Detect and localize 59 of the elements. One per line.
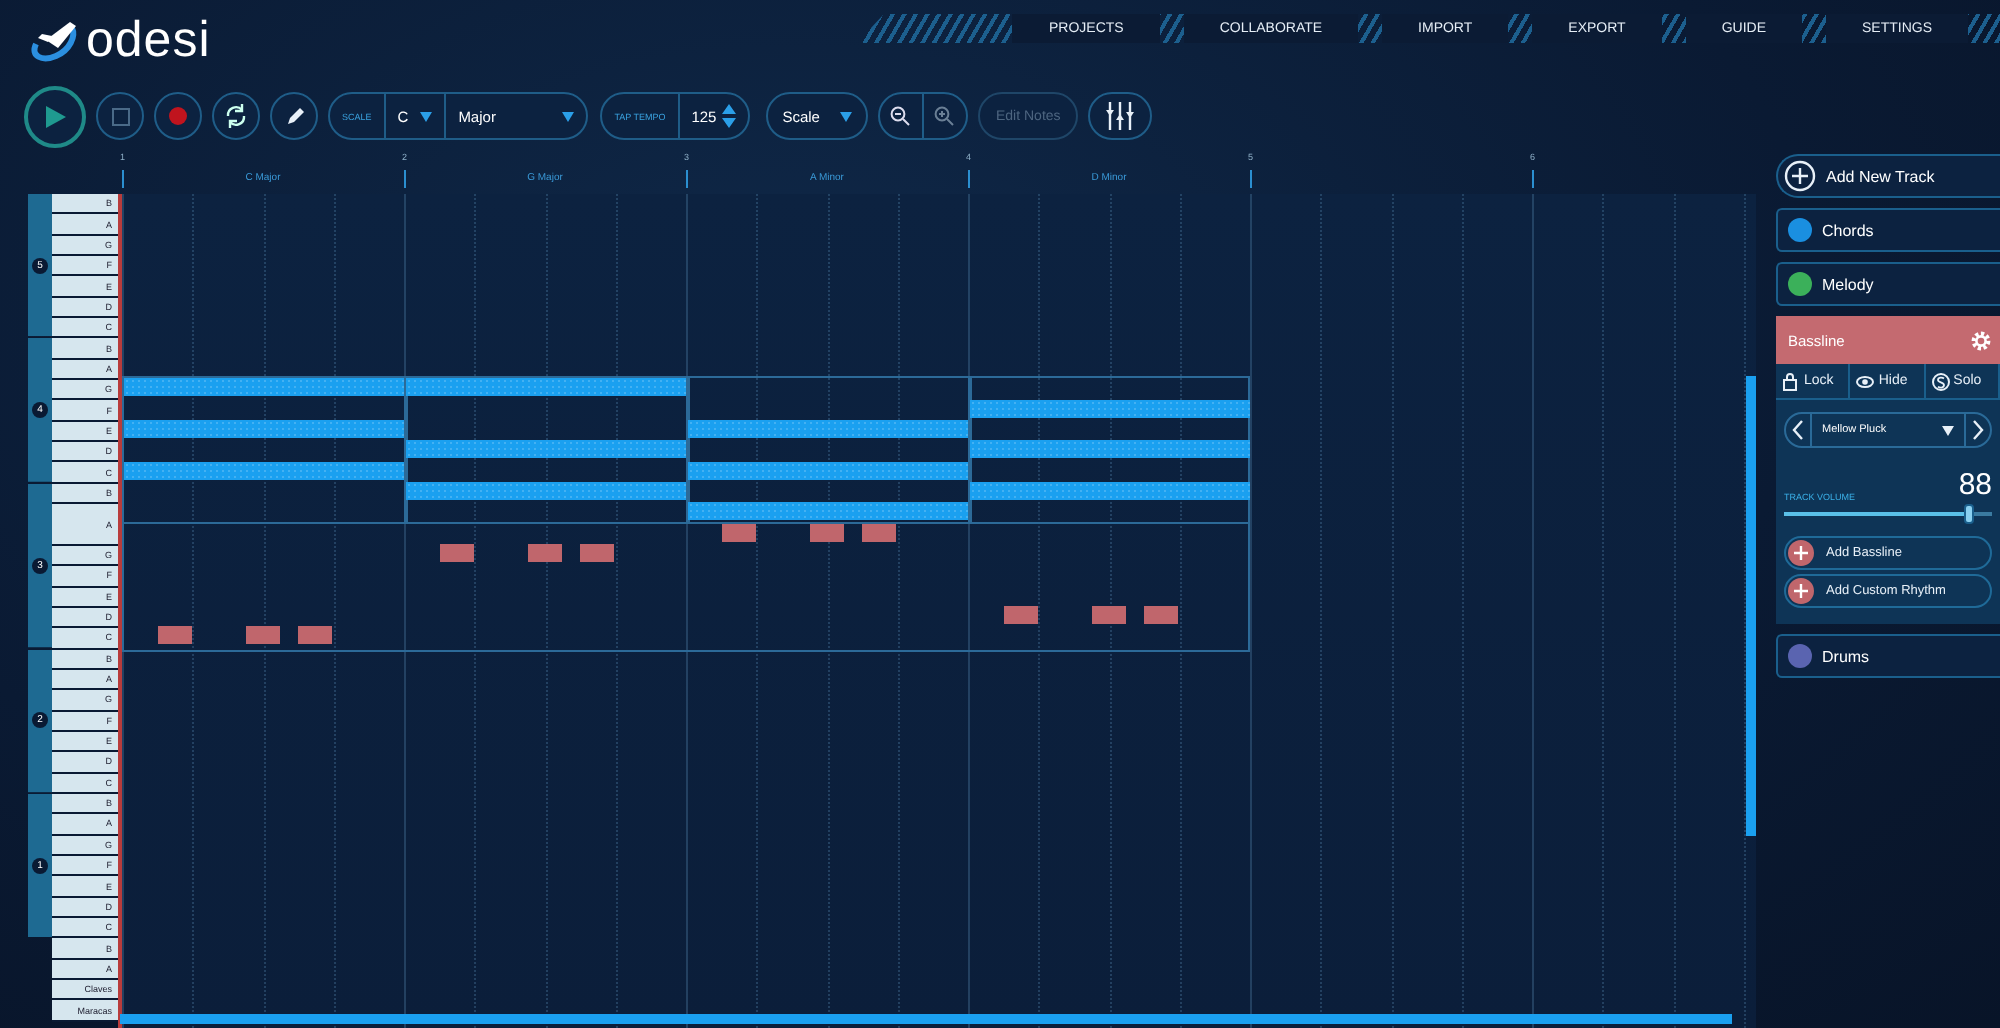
record-button[interactable] xyxy=(154,92,202,140)
chord-note[interactable] xyxy=(970,440,1250,459)
track-row[interactable]: Chords xyxy=(1776,208,2000,252)
stepper-icon xyxy=(722,102,737,130)
chevron-right-icon xyxy=(1972,420,1984,440)
pencil-button[interactable] xyxy=(270,92,318,140)
chord-note[interactable] xyxy=(406,481,686,500)
settings-icon xyxy=(1970,329,1992,351)
dropdown-arrow-icon xyxy=(420,111,433,121)
volume-value: 88 xyxy=(1958,468,1992,502)
dropdown-arrow-icon xyxy=(1942,425,1954,435)
sliders-icon xyxy=(1104,102,1137,130)
bass-note[interactable] xyxy=(439,543,474,562)
chord-note[interactable] xyxy=(688,419,968,438)
loop-icon xyxy=(224,104,248,128)
play-icon xyxy=(43,103,67,129)
solo-icon xyxy=(1931,371,1950,391)
chord-note[interactable] xyxy=(124,378,404,397)
chord-note[interactable] xyxy=(124,419,404,438)
stop-icon xyxy=(111,107,129,125)
chord-note[interactable] xyxy=(688,461,968,480)
mixer-button[interactable] xyxy=(1088,92,1153,140)
track-row[interactable]: Drums xyxy=(1776,634,2000,678)
stop-button[interactable] xyxy=(96,92,144,140)
record-icon xyxy=(168,106,188,126)
eye-icon xyxy=(1856,371,1875,391)
chord-note[interactable] xyxy=(970,481,1250,500)
zoom-out-icon xyxy=(890,106,911,126)
logo-icon xyxy=(28,16,80,64)
scrollbar[interactable] xyxy=(1746,376,1756,836)
track-row[interactable]: Melody xyxy=(1776,262,2000,306)
chord-note[interactable] xyxy=(970,399,1250,417)
bass-note[interactable] xyxy=(157,626,192,645)
bass-note[interactable] xyxy=(245,626,280,645)
scrollbar[interactable] xyxy=(120,1014,1732,1024)
bass-note[interactable] xyxy=(1144,606,1179,624)
dropdown-arrow-icon xyxy=(839,111,852,121)
chord-note[interactable] xyxy=(406,378,686,397)
pencil-icon xyxy=(285,107,303,125)
chevron-left-icon xyxy=(1792,420,1804,440)
dropdown-arrow-icon xyxy=(562,111,575,121)
bass-note[interactable] xyxy=(580,543,615,562)
plus-icon xyxy=(1794,584,1808,598)
bass-note[interactable] xyxy=(527,543,562,562)
chord-note[interactable] xyxy=(124,461,404,480)
bass-note[interactable] xyxy=(1091,606,1126,624)
slider-thumb[interactable] xyxy=(1963,504,1974,524)
bass-note[interactable] xyxy=(1003,606,1038,624)
plus-icon xyxy=(1794,546,1808,560)
loop-button[interactable] xyxy=(212,92,260,140)
chord-note[interactable] xyxy=(406,440,686,459)
lock-icon xyxy=(1782,371,1800,391)
zoom-in-icon xyxy=(934,106,955,126)
chord-note[interactable] xyxy=(688,502,968,521)
plus-icon xyxy=(1784,160,1816,192)
add-track-button[interactable]: Add New Track xyxy=(1776,154,2000,198)
play-button[interactable] xyxy=(24,85,86,147)
bass-note[interactable] xyxy=(298,626,333,645)
logo-text: odesi xyxy=(86,11,211,69)
